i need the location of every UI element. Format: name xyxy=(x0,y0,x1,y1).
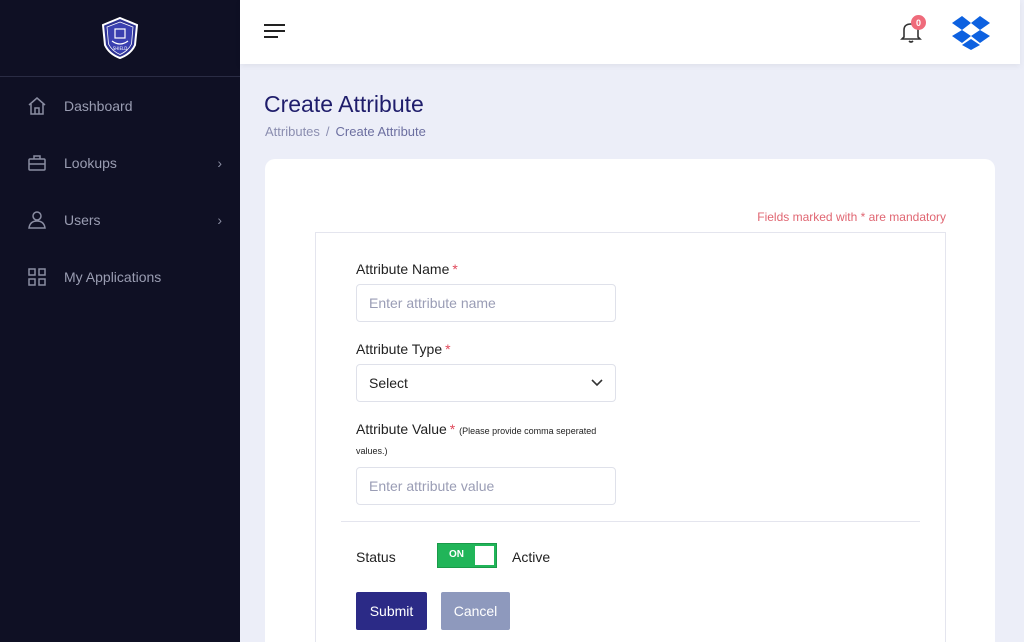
shield-logo-icon[interactable]: SHIELD xyxy=(101,17,139,59)
form-container: Attribute Name* Attribute Type* Select A… xyxy=(315,232,946,642)
attribute-value-label-text: Attribute Value xyxy=(356,421,447,437)
dropbox-icon[interactable] xyxy=(952,14,990,50)
toggle-on-text: ON xyxy=(449,549,464,560)
attribute-name-input[interactable] xyxy=(356,284,616,322)
sidebar-item-label: Dashboard xyxy=(64,97,133,114)
attribute-name-label-text: Attribute Name xyxy=(356,261,450,277)
breadcrumb-link-attributes[interactable]: Attributes xyxy=(265,124,320,139)
sidebar-item-label: My Applications xyxy=(64,268,162,285)
grid-icon xyxy=(27,267,47,287)
menu-toggle-icon[interactable] xyxy=(264,22,286,40)
attribute-type-label: Attribute Type * xyxy=(356,341,451,357)
breadcrumb-separator: / xyxy=(325,124,330,139)
sidebar-item-label: Users xyxy=(64,211,101,228)
briefcase-icon xyxy=(27,153,47,173)
form-divider xyxy=(341,521,920,522)
required-marker: * xyxy=(449,421,456,437)
logo-area: SHIELD xyxy=(0,0,240,77)
sidebar: SHIELD Dashboard Lookups › Users › My Ap… xyxy=(0,0,240,642)
attribute-type-selected-value: Select xyxy=(369,375,408,391)
status-label: Status xyxy=(356,549,396,565)
attribute-value-input[interactable] xyxy=(356,467,616,505)
required-marker: * xyxy=(452,261,458,277)
home-icon xyxy=(27,96,47,116)
user-icon xyxy=(27,210,47,230)
cancel-button[interactable]: Cancel xyxy=(441,592,510,630)
form-card: Fields marked with * are mandatory Attri… xyxy=(265,159,995,642)
attribute-type-label-text: Attribute Type xyxy=(356,341,443,357)
topbar: 0 xyxy=(240,0,1020,64)
toggle-knob xyxy=(475,546,494,565)
notification-count-badge: 0 xyxy=(911,15,926,30)
breadcrumb-current: Create Attribute xyxy=(335,124,426,139)
sidebar-item-lookups[interactable]: Lookups › xyxy=(0,134,240,191)
status-toggle[interactable]: ON xyxy=(437,543,497,568)
chevron-right-icon: › xyxy=(217,154,222,171)
mandatory-note: Fields marked with * are mandatory xyxy=(757,210,946,224)
page-title: Create Attribute xyxy=(264,91,424,117)
sidebar-item-label: Lookups xyxy=(64,154,117,171)
sidebar-item-users[interactable]: Users › xyxy=(0,191,240,248)
attribute-value-label: Attribute Value * (Please provide comma s… xyxy=(356,421,596,437)
breadcrumb: Attributes / Create Attribute xyxy=(265,124,426,139)
submit-button[interactable]: Submit xyxy=(356,592,427,630)
attribute-value-hint: (Please provide comma seperated xyxy=(459,426,597,436)
status-state-text: Active xyxy=(512,549,551,565)
sidebar-item-my-applications[interactable]: My Applications xyxy=(0,248,240,305)
attribute-name-label: Attribute Name * xyxy=(356,261,458,277)
chevron-right-icon: › xyxy=(217,211,222,228)
chevron-down-icon xyxy=(591,379,603,387)
attribute-value-hint-continued: values.) xyxy=(356,446,388,456)
attribute-type-select[interactable]: Select xyxy=(356,364,616,402)
required-marker: * xyxy=(445,341,451,357)
svg-text:SHIELD: SHIELD xyxy=(113,46,128,51)
sidebar-item-dashboard[interactable]: Dashboard xyxy=(0,77,240,134)
